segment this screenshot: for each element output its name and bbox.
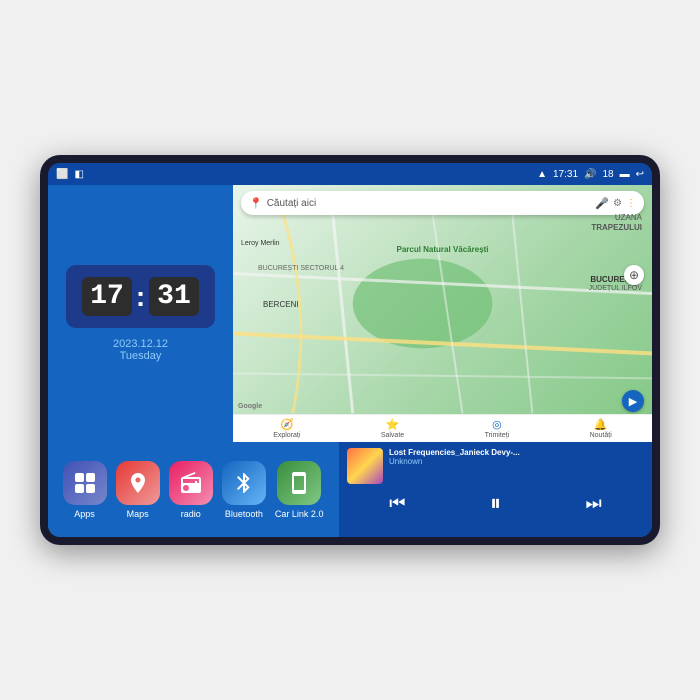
maps-label: Maps <box>127 509 149 519</box>
status-right: ▲ 17:31 🔊 18 ▬ ↩ <box>537 169 644 180</box>
clock-widget: 17 : 31 <box>66 265 215 328</box>
map-explore-tab[interactable]: 🧭 Explorați <box>273 418 300 439</box>
maps-icon <box>116 461 160 505</box>
search-gear-icon[interactable]: ⚙ <box>613 198 622 209</box>
map-label-sector4: BUCUREȘTI SECTORUL 4 <box>258 265 344 272</box>
map-roads-svg <box>233 185 652 442</box>
screen: ⬜ ◧ ▲ 17:31 🔊 18 ▬ ↩ 17 : 31 <box>48 163 652 537</box>
send-icon: ◎ <box>492 418 502 431</box>
date-info: 2023.12.12 Tuesday <box>113 338 168 362</box>
map-label-leroy: Leroy Merlin <box>241 240 280 247</box>
map-background: 📍 Căutați aici 🎤 ⚙ ⋮ UZANA TRAPEZULUI Pa… <box>233 185 652 442</box>
main-content: 17 : 31 2023.12.12 Tuesday <box>48 185 652 537</box>
explore-label: Explorați <box>273 432 300 439</box>
clock-minute: 31 <box>149 277 199 316</box>
apps-grid: Apps Maps <box>48 442 338 537</box>
map-label-uzana: UZANA <box>615 213 642 222</box>
map-label-trapezului: TRAPEZULUI <box>591 223 642 232</box>
music-artist: Unknown <box>389 457 644 466</box>
saved-icon: ⭐ <box>386 418 400 431</box>
signal-icon: ▲ <box>537 169 547 180</box>
search-dots-icon[interactable]: ⋮ <box>626 198 636 209</box>
app-item-carlink[interactable]: Car Link 2.0 <box>275 461 324 519</box>
map-label-berceni: BERCENI <box>263 300 299 309</box>
app-item-maps[interactable]: Maps <box>116 461 160 519</box>
explore-icon: 🧭 <box>280 418 294 431</box>
map-label-parcul: Parcul Natural Văcărești <box>396 245 488 254</box>
top-section: 17 : 31 2023.12.12 Tuesday <box>48 185 652 442</box>
car-head-unit: ⬜ ◧ ▲ 17:31 🔊 18 ▬ ↩ 17 : 31 <box>40 155 660 545</box>
map-compass-button[interactable]: ⊕ <box>624 265 644 285</box>
map-news-tab[interactable]: 🔔 Noutăți <box>590 418 612 439</box>
app-item-apps[interactable]: Apps <box>63 461 107 519</box>
apps-icon <box>63 461 107 505</box>
volume-icon: 🔊 <box>584 169 596 180</box>
battery-level: 18 <box>602 169 613 180</box>
left-panel: 17 : 31 2023.12.12 Tuesday <box>48 185 233 442</box>
radio-label: radio <box>181 509 201 519</box>
clock-status: 17:31 <box>553 169 578 180</box>
saved-label: Salvate <box>381 432 404 439</box>
map-area[interactable]: 📍 Căutați aici 🎤 ⚙ ⋮ UZANA TRAPEZULUI Pa… <box>233 185 652 442</box>
next-button[interactable]: ⏭ <box>586 493 602 514</box>
music-title: Lost Frequencies_Janieck Devy-... <box>389 448 544 457</box>
day-text: Tuesday <box>113 350 168 362</box>
bluetooth-label: Bluetooth <box>225 509 263 519</box>
music-controls: ⏮ ⏸ ⏭ <box>347 490 644 516</box>
map-bottom-bar: 🧭 Explorați ⭐ Salvate ◎ Trimiteți <box>233 414 652 442</box>
clock-colon: : <box>136 281 145 313</box>
date-text: 2023.12.12 <box>113 338 168 350</box>
clock-hour: 17 <box>82 277 132 316</box>
app-item-radio[interactable]: radio <box>169 461 213 519</box>
music-info: Lost Frequencies_Janieck Devy-... Unknow… <box>347 448 644 484</box>
status-left: ⬜ ◧ <box>56 169 84 180</box>
apps-label: Apps <box>74 509 95 519</box>
news-label: Noutăți <box>590 432 612 439</box>
music-thumbnail <box>347 448 383 484</box>
back-icon[interactable]: ↩ <box>636 169 644 180</box>
google-logo: Google <box>238 403 262 410</box>
send-label: Trimiteți <box>485 432 510 439</box>
app-item-bluetooth[interactable]: Bluetooth <box>222 461 266 519</box>
prev-button[interactable]: ⏮ <box>389 493 405 514</box>
map-send-tab[interactable]: ◎ Trimiteți <box>485 418 510 439</box>
play-pause-button[interactable]: ⏸ <box>490 490 501 516</box>
music-player: Lost Frequencies_Janieck Devy-... Unknow… <box>338 442 652 537</box>
carlink-icon <box>277 461 321 505</box>
home-icon[interactable]: ⬜ <box>56 169 68 180</box>
nav-icon[interactable]: ◧ <box>74 169 83 180</box>
carlink-label: Car Link 2.0 <box>275 509 324 519</box>
search-input[interactable]: Căutați aici <box>267 198 592 209</box>
battery-icon: ▬ <box>620 169 630 180</box>
music-details: Lost Frequencies_Janieck Devy-... Unknow… <box>389 448 644 466</box>
bluetooth-icon <box>222 461 266 505</box>
map-navigate-button[interactable]: ▶ <box>622 390 644 412</box>
map-label-ilfov: JUDEȚUL ILFOV <box>589 285 642 292</box>
search-pin-icon: 📍 <box>249 197 263 210</box>
map-search-bar[interactable]: 📍 Căutați aici 🎤 ⚙ ⋮ <box>241 191 644 215</box>
search-mic-icon[interactable]: 🎤 <box>595 197 609 210</box>
status-bar: ⬜ ◧ ▲ 17:31 🔊 18 ▬ ↩ <box>48 163 652 185</box>
radio-icon <box>169 461 213 505</box>
bottom-section: Apps Maps <box>48 442 652 537</box>
map-saved-tab[interactable]: ⭐ Salvate <box>381 418 404 439</box>
news-icon: 🔔 <box>594 418 608 431</box>
